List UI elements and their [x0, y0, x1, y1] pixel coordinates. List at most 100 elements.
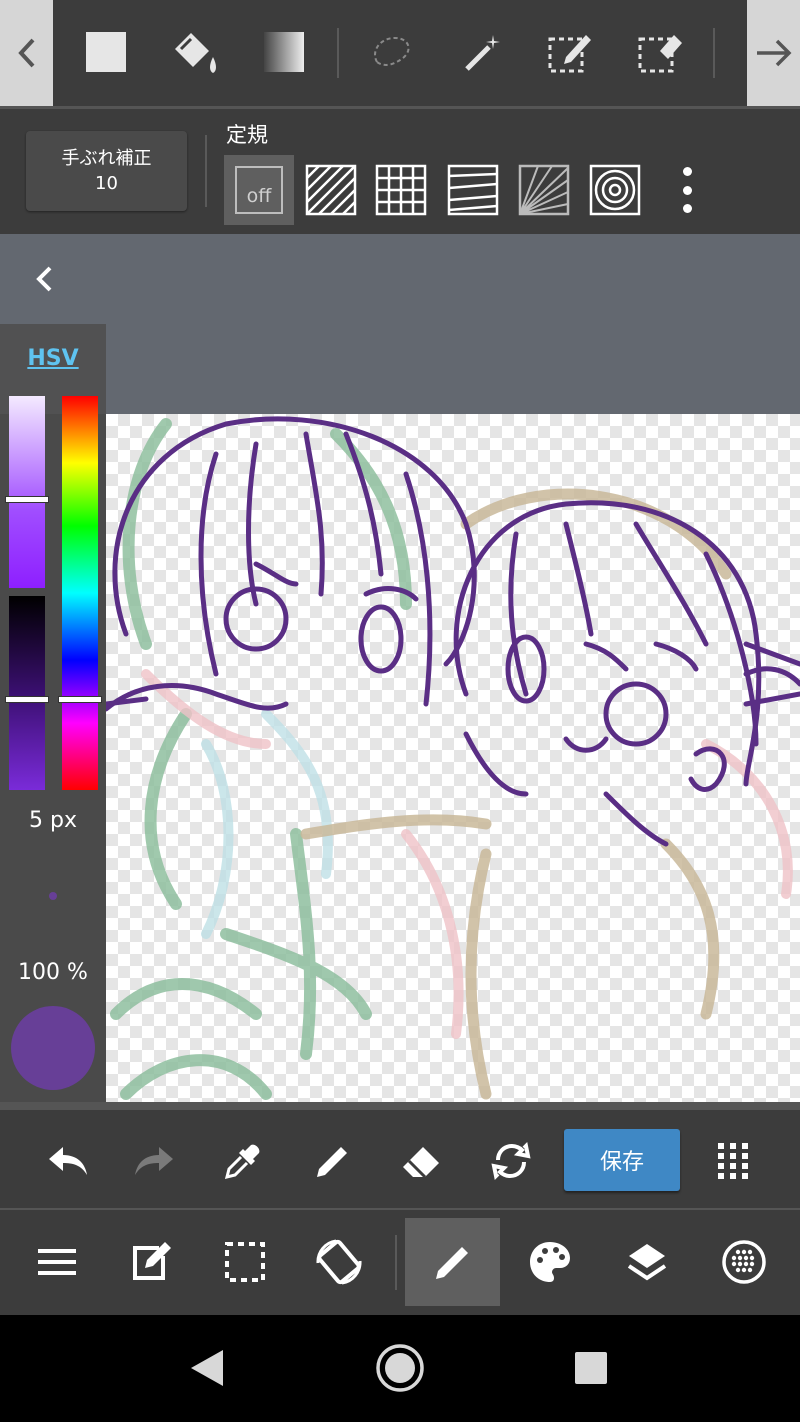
toolbar-separator [713, 28, 715, 78]
value-handle[interactable] [5, 696, 49, 703]
stabilizer-label: 手ぶれ補正 [61, 148, 152, 169]
ruler-more-button[interactable] [670, 167, 704, 213]
rotate-canvas-button[interactable] [291, 1218, 386, 1306]
hue-handle[interactable] [58, 696, 102, 703]
pencil-icon [317, 1147, 347, 1177]
system-navigation-bar [0, 1315, 800, 1422]
bottom-navigation [0, 1208, 800, 1315]
gradient-tool[interactable] [254, 22, 314, 82]
edit-button[interactable] [103, 1218, 198, 1306]
layers-button[interactable] [599, 1218, 694, 1306]
pencil-icon [435, 1247, 468, 1279]
color-palette-button[interactable] [502, 1218, 597, 1306]
dotted-circle-icon [721, 1240, 766, 1284]
eyedropper-button[interactable] [212, 1130, 274, 1192]
collapse-panel-chevron-icon[interactable] [28, 262, 62, 296]
lasso-icon [374, 36, 410, 66]
refresh-icon [491, 1141, 531, 1181]
workspace-background [0, 234, 800, 414]
opacity-label[interactable]: 100 % [0, 960, 106, 985]
gradient-icon [264, 32, 304, 72]
saturation-handle[interactable] [5, 496, 49, 503]
brush-options-bar: 手ぶれ補正 10 定規 off [0, 109, 800, 234]
eyedropper-icon [224, 1144, 260, 1180]
palette-icon [529, 1242, 570, 1282]
ruler-radial-button[interactable] [509, 155, 579, 225]
green-sketch-layer [110, 418, 412, 1100]
lasso-tool[interactable] [362, 22, 422, 82]
redo-icon [135, 1147, 173, 1175]
undo-button[interactable] [36, 1130, 98, 1192]
more-dot [682, 204, 692, 213]
save-button[interactable]: 保存 [564, 1129, 680, 1191]
toolbar-separator [337, 28, 339, 78]
action-bar: 保存 [0, 1102, 800, 1208]
stabilizer-value: 10 [95, 173, 118, 194]
menu-button[interactable] [9, 1218, 104, 1306]
system-home-button[interactable] [367, 1335, 433, 1401]
hue-slider[interactable] [58, 396, 102, 790]
dashed-select-icon [224, 1242, 265, 1282]
brush-size-label[interactable]: 5 px [0, 808, 106, 833]
ruler-off-icon: off [235, 166, 283, 214]
select-pen-tool[interactable] [540, 22, 600, 82]
ruler-parallel-button[interactable] [296, 155, 366, 225]
top-toolbar [0, 0, 800, 106]
color-mode-link[interactable]: HSV [0, 346, 106, 371]
nav-separator [395, 1235, 397, 1290]
more-actions-grid-button[interactable] [702, 1130, 764, 1192]
toolbar-scroll-left-button[interactable] [0, 0, 53, 106]
ruler-perspective-button[interactable] [438, 155, 508, 225]
drawing-canvas[interactable] [106, 414, 800, 1102]
bucket-tool[interactable] [164, 22, 224, 82]
color-panel: HSV 5 px 100 % [0, 324, 106, 1102]
ruler-off-label: off [246, 185, 272, 207]
system-back-button[interactable] [174, 1335, 240, 1401]
arrow-right-icon [756, 39, 791, 67]
ruler-concentric-button[interactable] [580, 155, 650, 225]
artwork-sketch [106, 416, 800, 1100]
fill-rect-icon [86, 32, 126, 72]
more-dot [682, 185, 692, 195]
bucket-icon [175, 33, 216, 73]
pen-button[interactable] [302, 1130, 364, 1192]
undo-icon [49, 1147, 87, 1175]
magic-wand-icon [465, 35, 500, 71]
grid-ruler-icon [375, 164, 427, 216]
radial-ruler-icon [518, 164, 570, 216]
toolbar-scroll-right-button[interactable] [747, 0, 800, 106]
flip-canvas-button[interactable] [480, 1130, 542, 1192]
fill-rect-tool[interactable] [76, 22, 136, 82]
home-circle-icon [376, 1344, 424, 1392]
current-color-swatch[interactable] [11, 1006, 95, 1090]
value-slider[interactable] [5, 596, 49, 790]
select-eraser-icon [638, 35, 682, 73]
ruler-title: 定規 [226, 123, 268, 147]
dots-grid-icon [718, 1143, 748, 1179]
select-pen-icon [548, 35, 591, 73]
stabilizer-button[interactable]: 手ぶれ補正 10 [26, 131, 187, 211]
redo-button[interactable] [124, 1130, 186, 1192]
select-eraser-tool[interactable] [630, 22, 690, 82]
options-separator [205, 135, 207, 207]
eraser-button[interactable] [390, 1130, 452, 1192]
magic-wand-tool[interactable] [452, 22, 512, 82]
concentric-ruler-icon [589, 164, 641, 216]
canvas-settings-button[interactable] [696, 1218, 791, 1306]
perspective-ruler-icon [447, 164, 499, 216]
edit-square-icon [132, 1242, 171, 1280]
layers-icon [627, 1244, 666, 1281]
system-recents-button[interactable] [558, 1335, 624, 1401]
back-triangle-icon [191, 1350, 223, 1386]
recents-square-icon [575, 1352, 607, 1384]
selection-button[interactable] [197, 1218, 292, 1306]
more-dot [682, 167, 692, 176]
chevron-left-icon [17, 38, 34, 68]
saturation-slider[interactable] [5, 396, 49, 588]
purple-lineart-layer [106, 416, 800, 847]
screen-rotation-icon [315, 1239, 362, 1285]
brush-tool-button[interactable] [405, 1218, 500, 1306]
ruler-off-button[interactable]: off [224, 155, 294, 225]
ruler-grid-button[interactable] [366, 155, 436, 225]
hamburger-menu-icon [37, 1249, 76, 1275]
